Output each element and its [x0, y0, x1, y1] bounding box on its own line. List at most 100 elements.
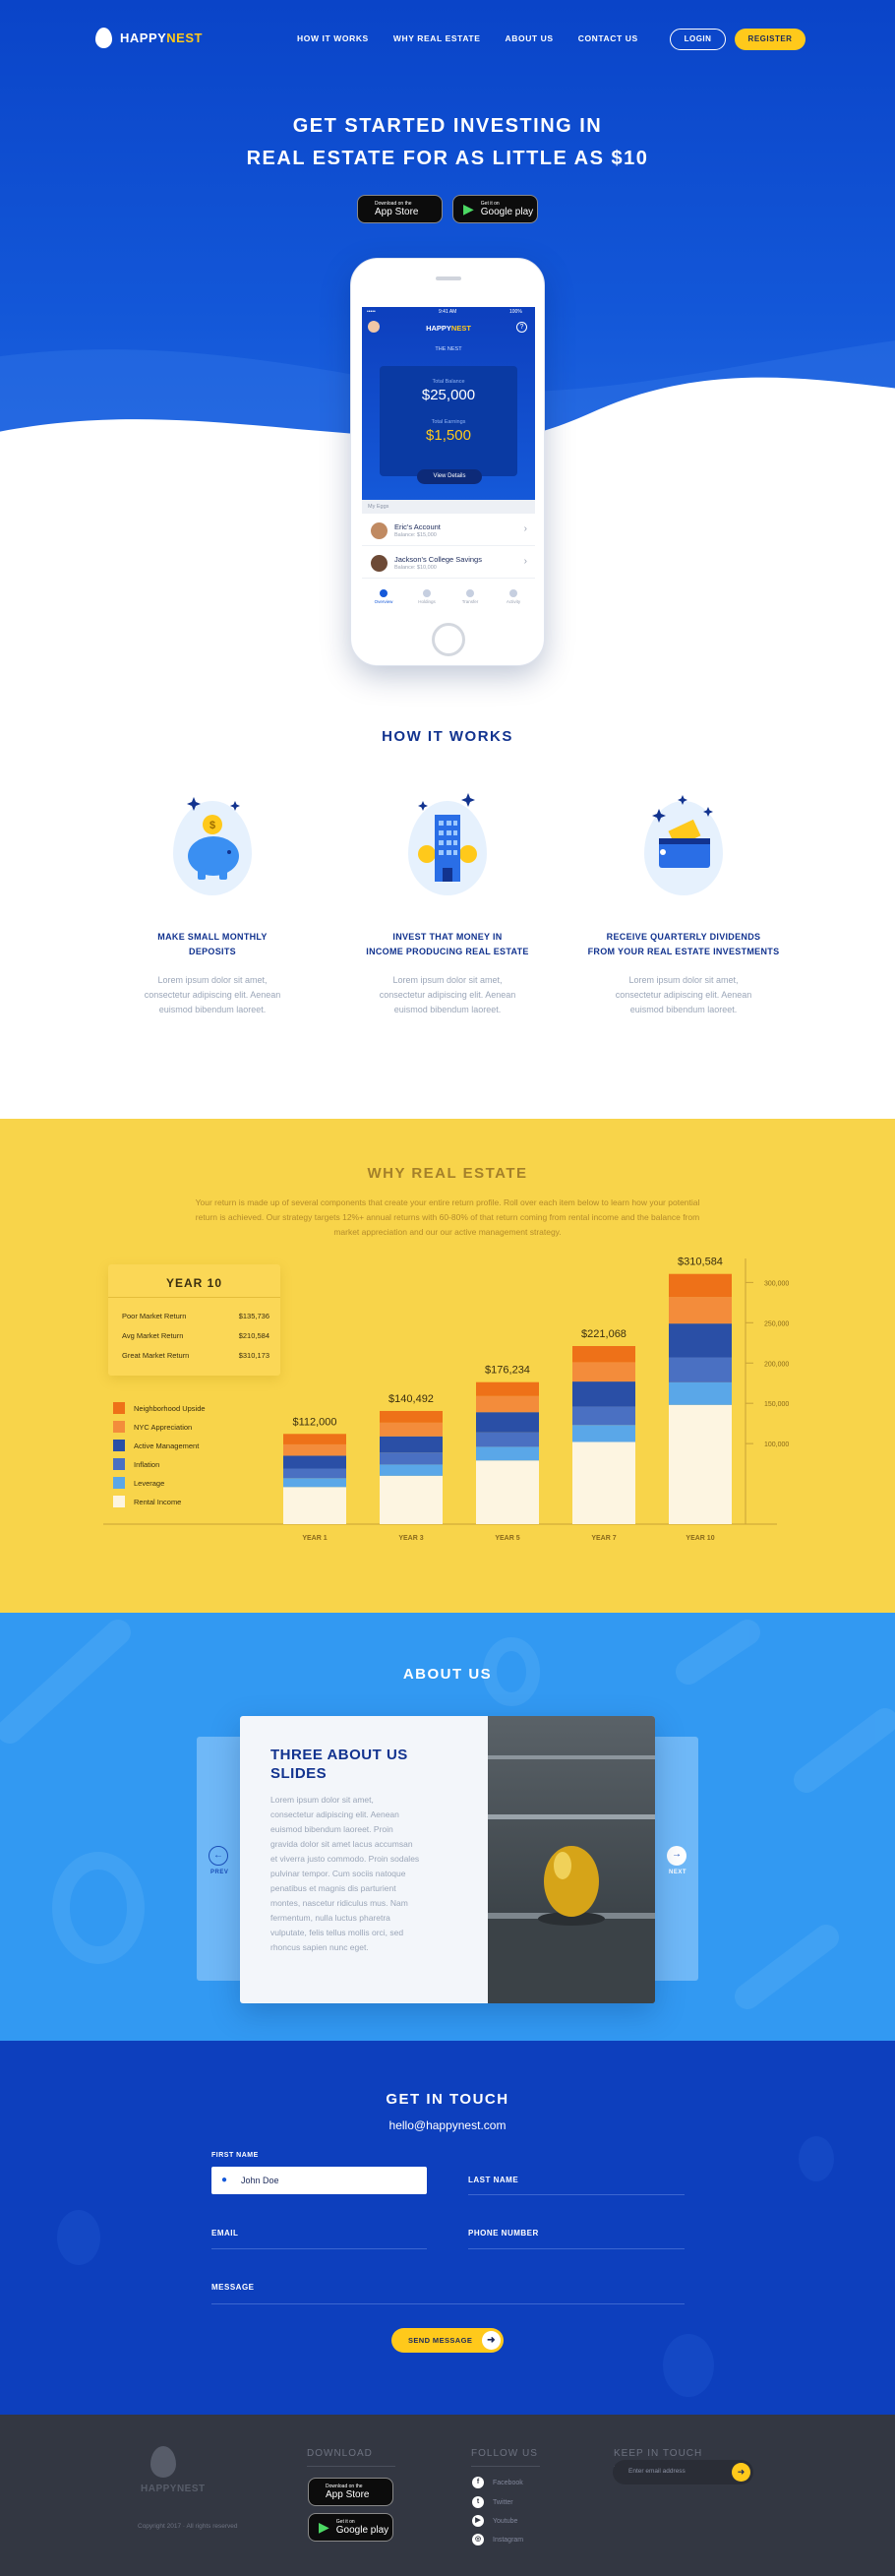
- phone-number-field[interactable]: [468, 2248, 685, 2249]
- slide-title-line-2: SLIDES: [270, 1765, 328, 1782]
- nav-link-contact-us[interactable]: CONTACT US: [578, 33, 638, 43]
- legend-item[interactable]: Neighborhood Upside: [113, 1402, 206, 1414]
- row-label: Great Market Return: [122, 1351, 190, 1360]
- y-tick-label: 250,000: [764, 1320, 789, 1327]
- footer-logo-text[interactable]: HAPPYNEST: [141, 2484, 206, 2494]
- next-label[interactable]: NEXT: [669, 1870, 686, 1875]
- social-link-instagram[interactable]: ◎ Instagram: [472, 2534, 523, 2545]
- legend-label: NYC Appreciation: [134, 1422, 193, 1432]
- tab-transfer[interactable]: Transfer: [448, 585, 492, 612]
- overview-icon: [380, 589, 388, 597]
- footer-app-store-button[interactable]: Download on the App Store: [308, 2478, 393, 2506]
- nav-link-why-real-estate[interactable]: WHY REAL ESTATE: [393, 33, 481, 43]
- prev-label[interactable]: PREV: [210, 1870, 228, 1875]
- x-tick-label: YEAR 10: [686, 1535, 714, 1542]
- email-label: EMAIL: [211, 2229, 239, 2238]
- tab-overview[interactable]: Overview: [362, 585, 405, 612]
- legend-item[interactable]: NYC Appreciation: [113, 1421, 192, 1433]
- account-name: Jackson's College Savings: [394, 555, 482, 564]
- row-label: Poor Market Return: [122, 1312, 187, 1320]
- step-title-line-2: DEPOSITS: [189, 947, 236, 956]
- first-name-value: John Doe: [241, 2176, 279, 2185]
- total-earnings-value: $1,500: [426, 427, 471, 444]
- bar-segment: [572, 1362, 635, 1382]
- bar-segment: [380, 1410, 443, 1423]
- keep-in-touch-heading: KEEP IN TOUCH: [614, 2448, 703, 2459]
- footer-logo-happy: HAPPY: [141, 2484, 177, 2494]
- brand-logo[interactable]: HAPPYNEST: [95, 28, 203, 48]
- bar-total-label: $140,492: [388, 1393, 434, 1405]
- row-value: $135,736: [238, 1312, 269, 1320]
- legend-item[interactable]: Active Management: [113, 1440, 199, 1451]
- logo-text-nest: NEST: [166, 31, 203, 45]
- step-title-line-2: FROM YOUR REAL ESTATE INVESTMENTS: [587, 947, 780, 956]
- legend-swatch: [113, 1477, 125, 1489]
- social-link-twitter[interactable]: t Twitter: [472, 2496, 513, 2508]
- bar-total-label: $176,234: [485, 1365, 530, 1377]
- step-text-line: consectetur adipiscing elit. Aenean: [615, 990, 752, 1000]
- next-arrow-icon[interactable]: →: [667, 1846, 686, 1866]
- contact-section: GET IN TOUCH hello@happynest.com FIRST N…: [0, 2041, 895, 2415]
- legend-swatch: [113, 1402, 125, 1414]
- social-link-facebook[interactable]: f Facebook: [472, 2477, 523, 2488]
- tab-activity[interactable]: Activity: [492, 585, 535, 612]
- phone-number-label: PHONE NUMBER: [468, 2229, 539, 2238]
- help-icon[interactable]: ?: [516, 322, 527, 333]
- hero-headline: GET STARTED INVESTING IN REAL ESTATE FOR…: [0, 110, 895, 175]
- year-card-row-avg: Avg Market Return $210,584: [122, 1331, 269, 1340]
- register-button[interactable]: REGISTER: [735, 29, 806, 50]
- last-name-field[interactable]: [468, 2194, 685, 2195]
- body-line: vulputate, felis tellus mollis orci, sed: [270, 1928, 404, 1937]
- google-play-button[interactable]: ▶ Get it on Google play: [452, 195, 538, 223]
- tab-holdings[interactable]: Holdings: [405, 585, 448, 612]
- transfer-icon: [466, 589, 474, 597]
- account-row[interactable]: Eric's Account Balance: $15,000 ›: [362, 514, 535, 546]
- step-title-line-1: INVEST THAT MONEY IN: [392, 932, 503, 942]
- app-store-label: App Store: [326, 2489, 370, 2500]
- social-label: Instagram: [493, 2536, 524, 2544]
- body-line: Lorem ipsum dolor sit amet,: [270, 1795, 374, 1805]
- message-field[interactable]: [211, 2303, 685, 2304]
- login-button[interactable]: LOGIN: [670, 29, 726, 50]
- footer-google-play-button[interactable]: ▶ Get it on Google play: [308, 2513, 393, 2542]
- view-details-button[interactable]: View Details: [417, 469, 482, 484]
- newsletter-email-input[interactable]: Enter email address ➜: [613, 2460, 753, 2484]
- golden-egg-image: [488, 1716, 655, 2003]
- follow-us-heading: FOLLOW US: [471, 2448, 538, 2459]
- nav-link-about-us[interactable]: ABOUT US: [506, 33, 554, 43]
- bar-segment: [283, 1455, 346, 1469]
- bar-segment: [380, 1464, 443, 1476]
- submit-arrow-icon[interactable]: ➜: [732, 2463, 750, 2482]
- piggy-bank-icon: $: [168, 787, 257, 900]
- social-label: Twitter: [493, 2498, 513, 2506]
- slide-body: Lorem ipsum dolor sit amet, consectetur …: [270, 1793, 457, 1955]
- contact-email-link[interactable]: hello@happynest.com: [0, 2118, 895, 2132]
- step-title-line-1: RECEIVE QUARTERLY DIVIDENDS: [606, 932, 761, 942]
- account-row[interactable]: Jackson's College Savings Balance: $10,0…: [362, 546, 535, 579]
- step-text-line: euismod bibendum laoreet.: [393, 1005, 502, 1014]
- account-balance: Balance: $15,000: [394, 532, 437, 538]
- legend-item[interactable]: Inflation: [113, 1458, 159, 1470]
- step-text-line: euismod bibendum laoreet.: [158, 1005, 267, 1014]
- social-link-youtube[interactable]: ▶ Youtube: [472, 2515, 517, 2527]
- nav-link-how-it-works[interactable]: HOW IT WORKS: [297, 33, 369, 43]
- phone-home-button: [432, 623, 465, 656]
- step-text-line: Lorem ipsum dolor sit amet,: [392, 975, 503, 985]
- first-name-field[interactable]: ● John Doe: [211, 2167, 427, 2194]
- legend-item[interactable]: Leverage: [113, 1477, 164, 1489]
- status-battery: 100%: [509, 309, 522, 315]
- legend-label: Rental Income: [134, 1497, 182, 1506]
- step-title-line-2: INCOME PRODUCING REAL ESTATE: [366, 947, 529, 956]
- legend-item[interactable]: Rental Income: [113, 1496, 181, 1507]
- top-nav: HAPPYNEST HOW IT WORKS WHY REAL ESTATE A…: [0, 26, 895, 53]
- how-step-1: $ MAKE SMALL MONTHLY DEPOSITS Lorem ipsum…: [109, 787, 316, 1017]
- app-store-button[interactable]: Download on the App Store: [357, 195, 443, 223]
- email-field[interactable]: [211, 2248, 427, 2249]
- account-avatar: [371, 522, 388, 539]
- social-label: Facebook: [493, 2479, 523, 2486]
- send-message-button[interactable]: SEND MESSAGE ➜: [391, 2328, 504, 2353]
- prev-arrow-icon[interactable]: ←: [209, 1846, 228, 1866]
- nest-label: THE NEST: [435, 346, 462, 352]
- account-avatar: [371, 555, 388, 572]
- bar-segment: [283, 1468, 346, 1479]
